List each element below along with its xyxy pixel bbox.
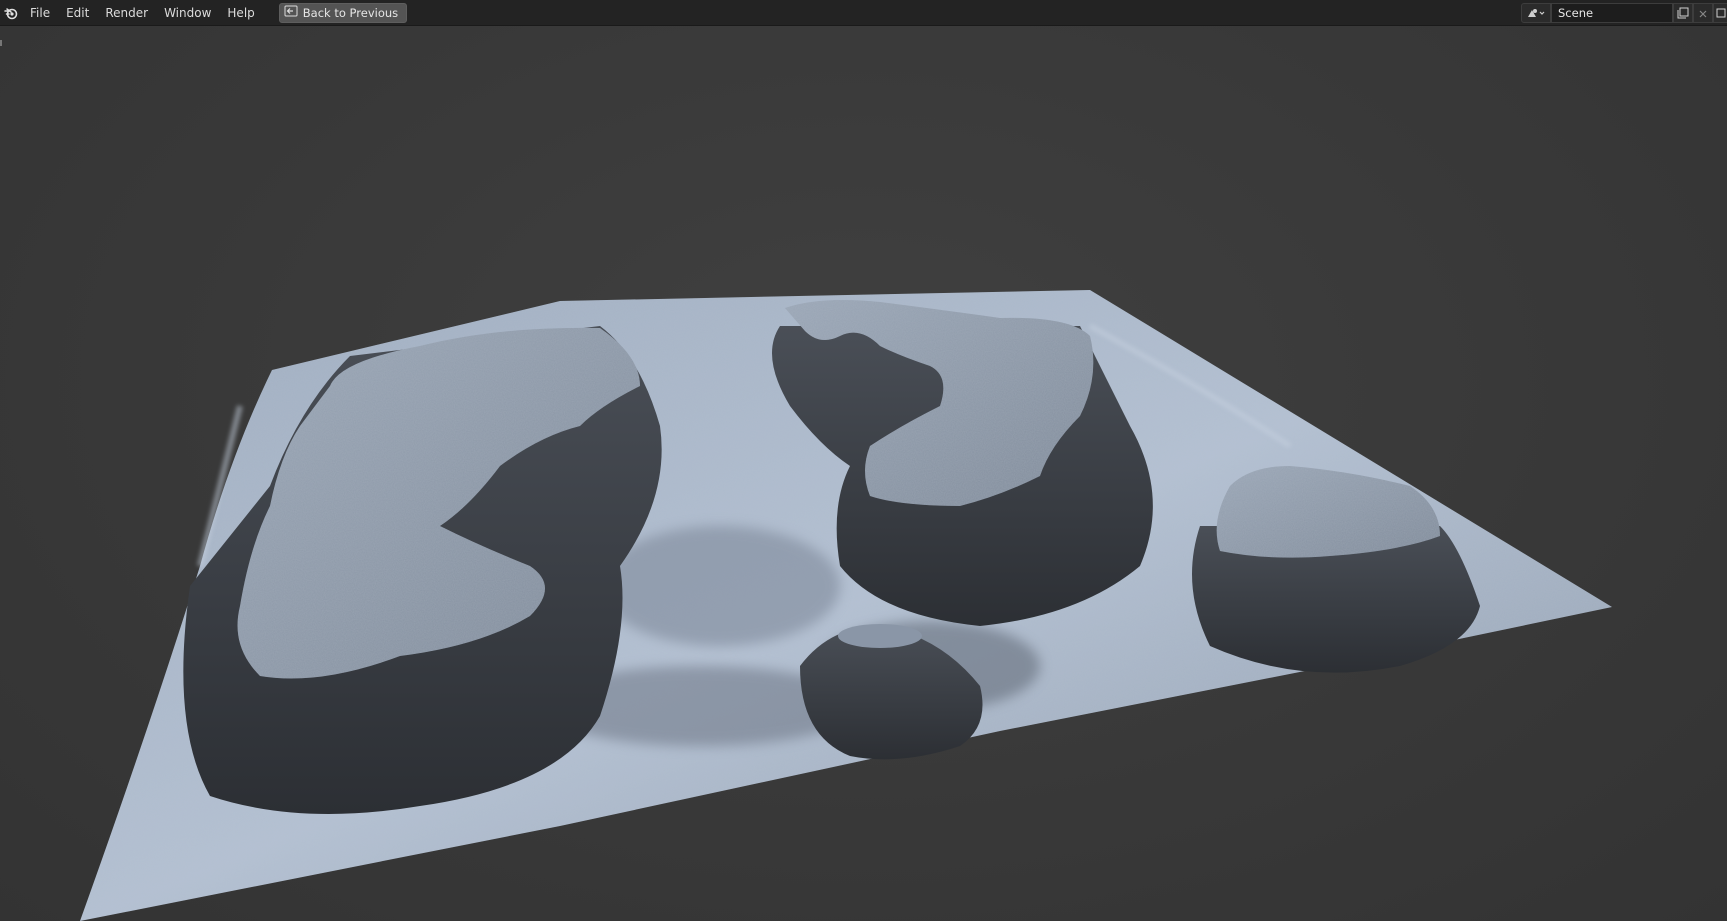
delete-scene-button[interactable]	[1693, 3, 1713, 23]
new-scene-icon	[1677, 4, 1689, 23]
view-layer-icon	[1716, 4, 1726, 23]
menu-help[interactable]: Help	[219, 0, 262, 26]
scene-name-field[interactable]: Scene	[1551, 3, 1673, 23]
close-icon	[1698, 4, 1708, 23]
menu-render[interactable]: Render	[97, 0, 156, 26]
menu-window[interactable]: Window	[156, 0, 219, 26]
back-to-previous-icon	[284, 5, 298, 20]
3d-viewport[interactable]	[0, 26, 1727, 921]
terrain-render	[80, 290, 1612, 921]
back-to-previous-button[interactable]: Back to Previous	[278, 2, 408, 23]
back-to-previous-label: Back to Previous	[302, 5, 399, 20]
menu-edit[interactable]: Edit	[58, 0, 97, 26]
scene-icon	[1526, 4, 1546, 23]
scene-type-dropdown[interactable]	[1521, 3, 1551, 23]
viewport-corner-marker	[0, 40, 2, 46]
view-layer-button[interactable]	[1713, 3, 1727, 23]
menu-file[interactable]: File	[22, 0, 58, 26]
blender-logo-icon[interactable]	[0, 0, 22, 26]
scene-selector: Scene	[1521, 0, 1727, 26]
top-bar: File Edit Render Window Help Back to Pre…	[0, 0, 1727, 26]
new-scene-button[interactable]	[1673, 3, 1693, 23]
